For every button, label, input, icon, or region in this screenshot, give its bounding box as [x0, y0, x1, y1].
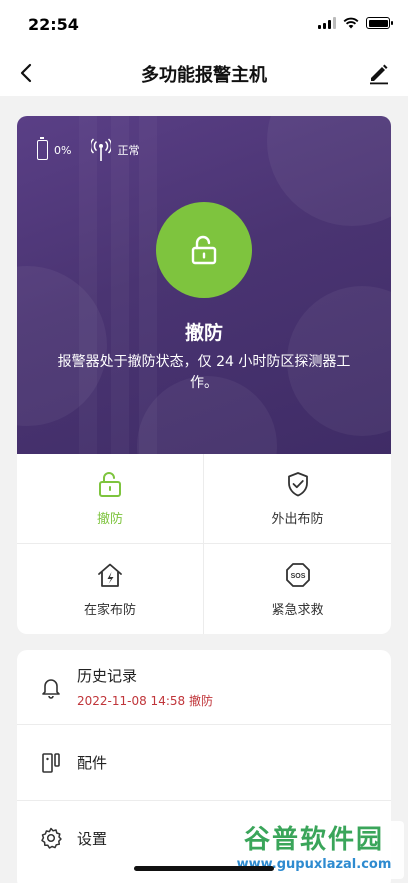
accessories-item[interactable]: 配件 [17, 725, 391, 801]
cellular-signal-icon [318, 17, 336, 29]
mode-disarm[interactable]: 撤防 [17, 454, 204, 544]
gear-icon [41, 827, 62, 849]
mode-away-arm[interactable]: 外出布防 [204, 454, 391, 544]
arm-status-hero: 0% 正常 撤防 报警器处于撤防状态，仅 24 小时防区探测器工作。 [17, 116, 391, 454]
edit-pencil-icon[interactable] [366, 60, 392, 86]
signal-tower-icon [91, 138, 112, 161]
mode-disarm-label: 撤防 [96, 512, 123, 527]
settings-label: 设置 [77, 829, 108, 848]
page-title: 多功能报警主机 [141, 65, 267, 86]
disarm-status-button[interactable] [156, 202, 252, 298]
watermark-title: 谷普软件园 [243, 825, 384, 855]
status-icons [318, 17, 393, 29]
arm-mode-grid: 撤防 外出布防 在家布防 SOS 紧急求救 [17, 454, 391, 634]
arm-mode-title: 撤防 [184, 322, 223, 344]
phone-battery-icon [366, 17, 393, 29]
alarm-control-card: 0% 正常 撤防 报警器处于撤防状态，仅 24 小时防区探测器工作。 撤防 外出… [17, 116, 391, 634]
mode-emergency-sos-label: 紧急求救 [271, 602, 324, 618]
home-indicator[interactable] [134, 866, 274, 871]
history-record-item[interactable]: 历史记录 2022-11-08 14:58 撤防 [17, 650, 391, 725]
sos-icon: SOS [285, 562, 310, 587]
svg-text:SOS: SOS [290, 573, 305, 580]
battery-level: 0% [54, 143, 72, 157]
door-sensor-icon [42, 752, 60, 773]
accessories-label: 配件 [77, 754, 108, 772]
mode-home-arm[interactable]: 在家布防 [17, 544, 204, 634]
mode-emergency-sos[interactable]: SOS 紧急求救 [204, 544, 391, 634]
unlock-icon [191, 235, 217, 265]
arm-mode-description: 报警器处于撤防状态，仅 24 小时防区探测器工作。 [57, 354, 351, 391]
signal-status: 正常 [117, 144, 140, 157]
shield-check-icon [287, 472, 308, 497]
wifi-icon [343, 17, 359, 29]
nav-bar: 多功能报警主机 [0, 50, 408, 96]
status-time: 22:54 [28, 15, 79, 34]
home-bolt-icon [98, 563, 122, 587]
unlock-icon [99, 472, 121, 497]
history-record-title: 历史记录 [77, 667, 138, 685]
device-status-row: 0% 正常 [37, 137, 140, 162]
mode-away-arm-label: 外出布防 [271, 512, 324, 527]
device-battery-icon [37, 137, 48, 160]
history-record-text: 历史记录 2022-11-08 14:58 撤防 [77, 665, 213, 709]
mode-home-arm-label: 在家布防 [83, 602, 136, 618]
history-record-latest: 2022-11-08 14:58 撤防 [77, 694, 213, 708]
status-bar: 22:54 [0, 0, 408, 50]
bell-icon [42, 679, 60, 699]
